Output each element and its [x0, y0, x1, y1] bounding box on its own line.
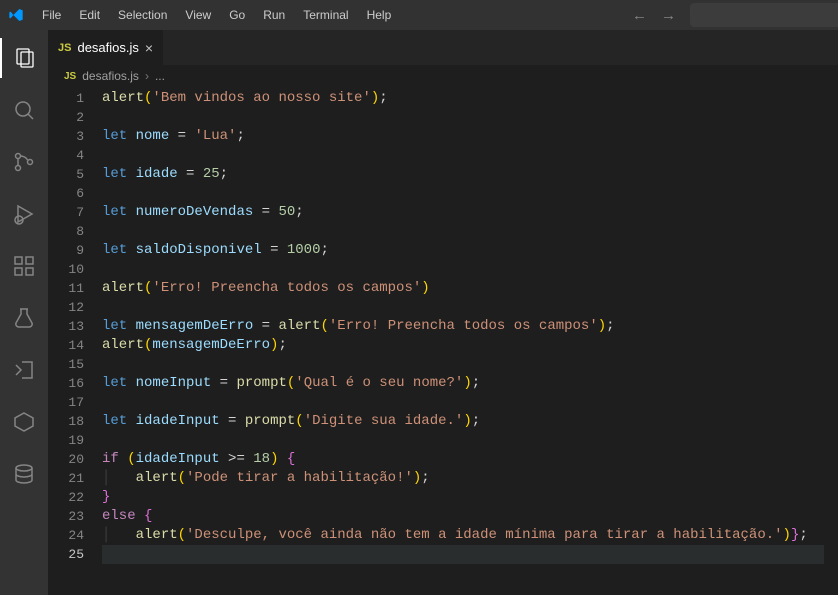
menu-file[interactable]: File: [34, 4, 69, 26]
chevron-right-icon: ›: [145, 69, 149, 83]
title-bar: File Edit Selection View Go Run Terminal…: [0, 0, 838, 30]
breadcrumb[interactable]: JS desafios.js › ...: [48, 65, 838, 87]
breadcrumb-file: desafios.js: [82, 69, 139, 83]
activity-search-icon[interactable]: [0, 90, 48, 130]
tab-desafios[interactable]: JS desafios.js ×: [48, 30, 163, 65]
main-area: JS desafios.js × JS desafios.js › ... 12…: [0, 30, 838, 595]
activity-run-debug-icon[interactable]: [0, 194, 48, 234]
nav-forward-icon[interactable]: →: [661, 7, 676, 24]
activity-source-control-icon[interactable]: [0, 142, 48, 182]
vscode-logo-icon: [8, 7, 24, 23]
breadcrumb-more: ...: [155, 69, 165, 83]
nav-back-icon[interactable]: ←: [632, 7, 647, 24]
tab-close-icon[interactable]: ×: [145, 40, 153, 56]
editor-tabs: JS desafios.js ×: [48, 30, 838, 65]
activity-testing-icon[interactable]: [0, 298, 48, 338]
menu-run[interactable]: Run: [255, 4, 293, 26]
activity-bar: [0, 30, 48, 595]
activity-remote-icon[interactable]: [0, 350, 48, 390]
menu-terminal[interactable]: Terminal: [295, 4, 356, 26]
menu-view[interactable]: View: [177, 4, 219, 26]
js-file-icon: JS: [64, 71, 76, 82]
activity-explorer-icon[interactable]: [0, 38, 48, 78]
js-file-icon: JS: [58, 42, 71, 54]
minimap[interactable]: [824, 89, 838, 595]
menu-edit[interactable]: Edit: [71, 4, 108, 26]
code-editor[interactable]: 1234567891011121314151617181920212223242…: [48, 87, 838, 595]
activity-database-icon[interactable]: [0, 454, 48, 494]
line-number-gutter: 1234567891011121314151617181920212223242…: [48, 89, 102, 595]
editor-area: JS desafios.js × JS desafios.js › ... 12…: [48, 30, 838, 595]
menu-selection[interactable]: Selection: [110, 4, 175, 26]
code-lines[interactable]: alert('Bem vindos ao nosso site'); let n…: [102, 89, 824, 595]
menu-go[interactable]: Go: [221, 4, 253, 26]
menu-help[interactable]: Help: [359, 4, 400, 26]
activity-generic-icon[interactable]: [0, 402, 48, 442]
activity-extensions-icon[interactable]: [0, 246, 48, 286]
tab-title: desafios.js: [77, 40, 138, 55]
command-center-search[interactable]: [690, 3, 838, 27]
